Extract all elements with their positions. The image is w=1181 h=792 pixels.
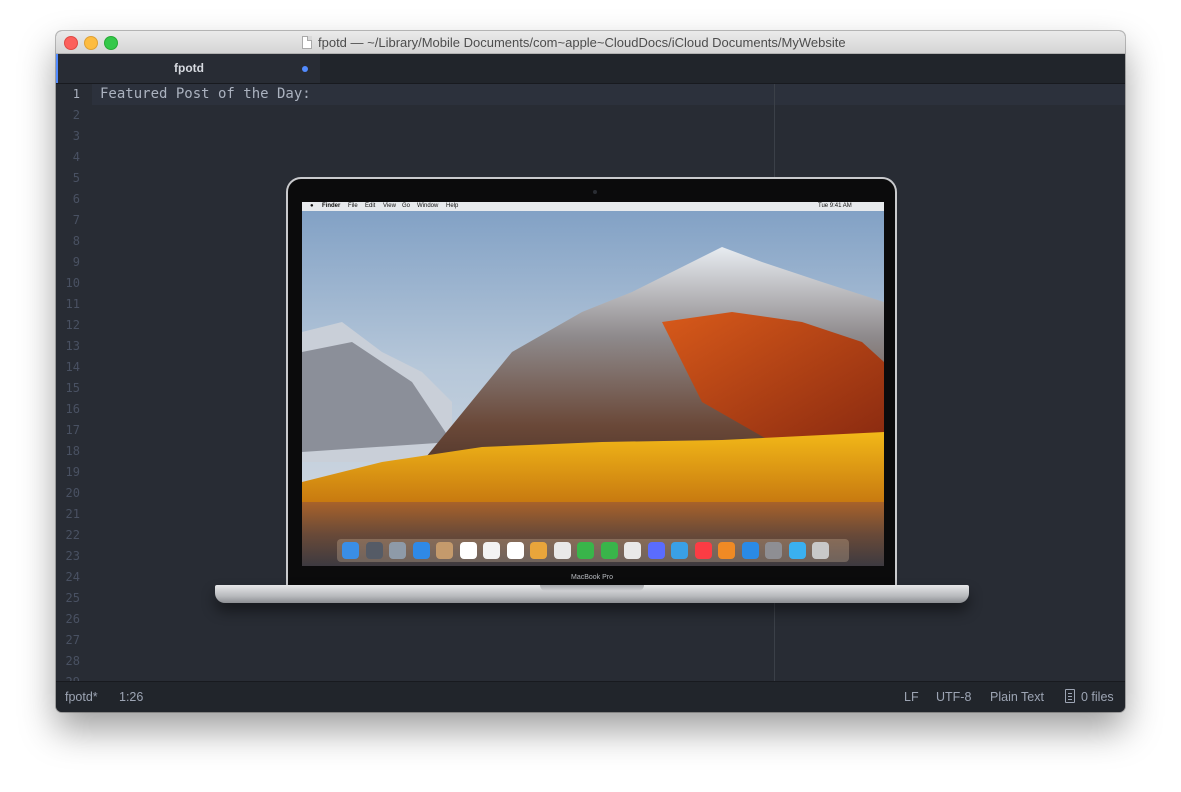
camera-icon — [593, 190, 597, 194]
macbook-notch — [540, 585, 644, 591]
title-bar[interactable]: fpotd — ~/Library/Mobile Documents/com~a… — [56, 31, 1125, 54]
dock-app-icon — [812, 542, 829, 559]
line-number[interactable]: 9 — [56, 252, 92, 273]
line-number[interactable]: 21 — [56, 504, 92, 525]
dock-app-icon — [389, 542, 406, 559]
line-number[interactable]: 28 — [56, 651, 92, 672]
menu-file: File — [348, 203, 358, 209]
dock-app-icon — [530, 542, 547, 559]
line-number[interactable]: 22 — [56, 525, 92, 546]
dock-app-icon — [765, 542, 782, 559]
dock-app-icon — [506, 542, 524, 559]
line-number[interactable]: 1 — [56, 84, 92, 105]
dock-app-icon — [577, 542, 594, 559]
dock-app-icon — [342, 542, 359, 559]
dock-app-icon — [647, 542, 665, 559]
line-number[interactable]: 19 — [56, 462, 92, 483]
status-bar: fpotd* 1:26 LF UTF-8 Plain Text 0 files — [56, 681, 1125, 712]
dock-app-icon — [600, 542, 618, 559]
line-number-gutter[interactable]: 1 2 3 4 5 6 7 8 9 10 11 12 13 14 15 16 17 18 19 20 21 22 23 24 2… — [56, 84, 92, 681]
line-number[interactable]: 12 — [56, 315, 92, 336]
dock-app-icon — [365, 542, 383, 559]
apple-menu-icon: ● — [310, 203, 314, 209]
status-line-ending[interactable]: LF — [904, 690, 919, 704]
menu-clock: Tue 9:41 AM — [818, 203, 852, 209]
line-number[interactable]: 20 — [56, 483, 92, 504]
status-file-name[interactable]: fpotd* — [65, 690, 98, 704]
code-line-1[interactable]: Featured Post of the Day: — [100, 84, 311, 105]
line-number[interactable]: 23 — [56, 546, 92, 567]
tab-title: fpotd — [174, 61, 204, 75]
dock-app-icon — [459, 542, 477, 559]
window-title: fpotd — ~/Library/Mobile Documents/com~a… — [302, 34, 846, 50]
line-number[interactable]: 5 — [56, 168, 92, 189]
line-number[interactable]: 18 — [56, 441, 92, 462]
dock-app-icon — [412, 542, 430, 559]
zoom-window-button[interactable] — [104, 36, 118, 50]
dock-app-icon — [436, 542, 453, 559]
menu-help: Help — [446, 203, 459, 209]
menu-view: View — [383, 203, 396, 209]
mountain-wallpaper — [302, 202, 884, 566]
dock-app-icon — [694, 542, 712, 559]
macbook-lid: ● Finder File Edit View Go Window Help T… — [286, 177, 897, 587]
macbook-screen: ● Finder File Edit View Go Window Help T… — [302, 202, 884, 566]
menu-go: Go — [402, 203, 411, 209]
mac-menu-bar: ● Finder File Edit View Go Window Help T… — [302, 202, 884, 211]
line-number[interactable]: 14 — [56, 357, 92, 378]
menu-window: Window — [417, 203, 439, 209]
line-number[interactable]: 7 — [56, 210, 92, 231]
menu-edit: Edit — [365, 203, 376, 209]
menu-finder: Finder — [322, 203, 341, 209]
line-number[interactable]: 2 — [56, 105, 92, 126]
macbook-pro-image: ● Finder File Edit View Go Window Help T… — [215, 177, 969, 607]
line-number[interactable]: 13 — [56, 336, 92, 357]
line-number[interactable]: 27 — [56, 630, 92, 651]
line-number[interactable]: 29 — [56, 672, 92, 681]
dock-app-icon — [553, 542, 571, 559]
line-number[interactable]: 4 — [56, 147, 92, 168]
minimize-window-button[interactable] — [84, 36, 98, 50]
dock-app-icon — [624, 542, 641, 559]
line-number[interactable]: 6 — [56, 189, 92, 210]
line-number[interactable]: 17 — [56, 420, 92, 441]
status-cursor-position[interactable]: 1:26 — [119, 690, 143, 704]
status-files-count[interactable]: 0 files — [1081, 690, 1114, 704]
line-number[interactable]: 25 — [56, 588, 92, 609]
dock-app-icon — [718, 542, 735, 559]
line-number[interactable]: 3 — [56, 126, 92, 147]
dock-app-icon — [671, 542, 688, 559]
tab-bar: fpotd — [56, 54, 1125, 84]
status-grammar[interactable]: Plain Text — [990, 690, 1044, 704]
status-encoding[interactable]: UTF-8 — [936, 690, 971, 704]
line-number[interactable]: 26 — [56, 609, 92, 630]
line-number[interactable]: 15 — [56, 378, 92, 399]
macbook-base — [215, 585, 969, 603]
dock-app-icon — [788, 542, 806, 559]
tab-fpotd[interactable]: fpotd — [56, 54, 320, 83]
line-number[interactable]: 8 — [56, 231, 92, 252]
line-number[interactable]: 10 — [56, 273, 92, 294]
line-number[interactable]: 24 — [56, 567, 92, 588]
line-number[interactable]: 11 — [56, 294, 92, 315]
window-title-text: fpotd — ~/Library/Mobile Documents/com~a… — [318, 34, 846, 50]
dock-app-icon — [483, 542, 500, 559]
dock-app-icon — [741, 542, 759, 559]
line-number[interactable]: 16 — [56, 399, 92, 420]
modified-indicator-icon[interactable] — [302, 66, 308, 72]
document-icon[interactable] — [302, 35, 312, 49]
mac-dock — [337, 539, 849, 562]
git-files-icon[interactable] — [1065, 689, 1075, 703]
macbook-label: MacBook Pro — [570, 574, 614, 581]
close-window-button[interactable] — [64, 36, 78, 50]
